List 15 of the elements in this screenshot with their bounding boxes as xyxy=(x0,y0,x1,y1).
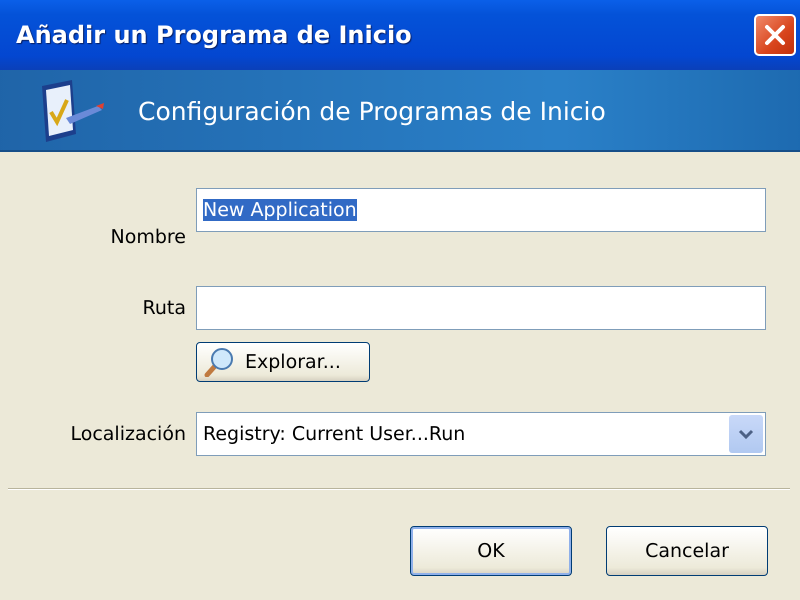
field-label: Localización xyxy=(69,423,186,445)
window-title: Añadir un Programa de Inicio xyxy=(16,21,412,49)
text-field[interactable] xyxy=(196,286,766,330)
close-button[interactable] xyxy=(754,14,796,56)
field-label: Ruta xyxy=(142,297,186,319)
dialog-button[interactable]: OK xyxy=(410,526,572,576)
browse-button[interactable]: Explorar... xyxy=(196,342,370,382)
location-dropdown[interactable]: Registry: Current User...Run xyxy=(196,412,766,456)
dialog-button[interactable]: Cancelar xyxy=(606,526,768,576)
text-field[interactable]: New Application xyxy=(196,188,766,232)
close-icon xyxy=(763,23,787,47)
dropdown-value: Registry: Current User...Run xyxy=(203,423,466,445)
banner-title: Configuración de Programas de Inicio xyxy=(138,96,606,126)
field-value: New Application xyxy=(203,199,357,221)
field-label: Nombre xyxy=(110,226,186,248)
